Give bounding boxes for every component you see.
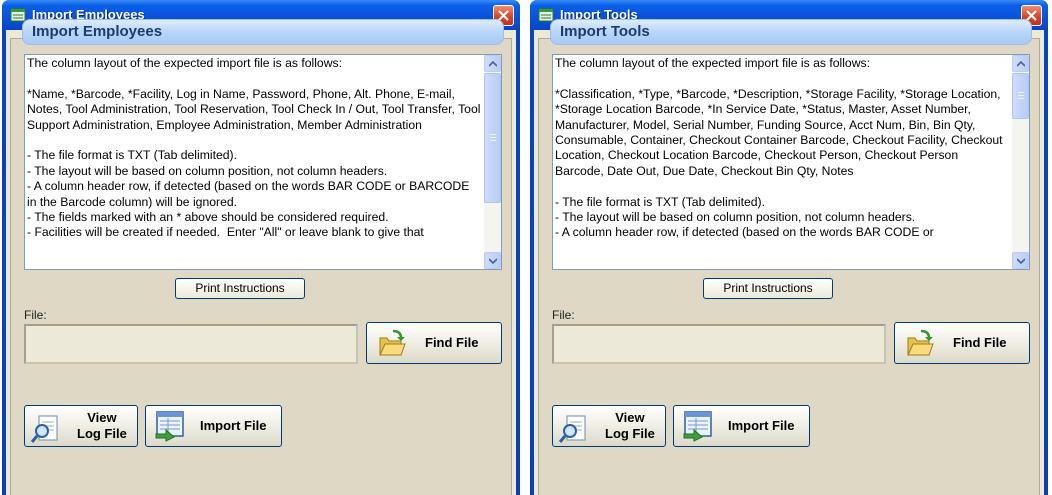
find-file-label: Find File (425, 335, 479, 350)
scroll-up-icon (489, 61, 497, 67)
view-label-line2: Log File (605, 426, 655, 441)
view-log-file-label: View Log File (605, 410, 655, 442)
magnifier-log-icon (559, 415, 586, 443)
view-label-line1: View (615, 410, 645, 425)
scroll-up-button[interactable] (484, 55, 501, 72)
vertical-scrollbar[interactable] (1012, 55, 1029, 269)
section-header-label: Import Employees (32, 23, 163, 40)
instructions-text: The column layout of the expected import… (555, 56, 1003, 240)
print-instructions-button[interactable]: Print Instructions (703, 278, 833, 299)
import-employees-window: Import Employees Import Employees The co… (2, 0, 520, 495)
import-file-label: Import File (728, 418, 795, 433)
view-label-line2: Log File (77, 426, 127, 441)
instructions-textarea[interactable]: The column layout of the expected import… (552, 54, 1030, 270)
import-sheet-icon (683, 411, 712, 442)
find-file-button[interactable]: Find File (894, 322, 1030, 364)
print-instructions-button[interactable]: Print Instructions (175, 278, 305, 299)
view-label-line1: View (87, 410, 117, 425)
section-header: Import Tools (550, 19, 1032, 45)
file-label: File: (24, 308, 47, 322)
scroll-down-icon (1017, 258, 1025, 264)
section-header: Import Employees (22, 19, 504, 45)
view-log-file-button[interactable]: View Log File (24, 405, 138, 447)
scroll-thumb[interactable] (484, 73, 501, 203)
folder-open-icon (907, 329, 934, 356)
import-tools-window: Import Tools Import Tools The column lay… (530, 0, 1048, 495)
scroll-down-button[interactable] (484, 252, 501, 269)
section-header-label: Import Tools (560, 23, 650, 40)
import-file-button[interactable]: Import File (145, 405, 282, 447)
folder-open-icon (379, 329, 406, 356)
view-log-file-label: View Log File (77, 410, 127, 442)
instructions-textarea[interactable]: The column layout of the expected import… (24, 54, 502, 270)
instructions-text: The column layout of the expected import… (27, 56, 481, 240)
magnifier-log-icon (31, 415, 58, 443)
scroll-down-icon (489, 258, 497, 264)
scroll-down-button[interactable] (1012, 252, 1029, 269)
scroll-up-button[interactable] (1012, 55, 1029, 72)
file-label: File: (552, 308, 575, 322)
file-path-field[interactable] (552, 324, 886, 364)
find-file-button[interactable]: Find File (366, 322, 502, 364)
find-file-label: Find File (953, 335, 1007, 350)
file-path-field[interactable] (24, 324, 358, 364)
scroll-thumb[interactable] (1012, 73, 1029, 119)
vertical-scrollbar[interactable] (484, 55, 501, 269)
import-file-button[interactable]: Import File (673, 405, 810, 447)
import-sheet-icon (155, 411, 184, 442)
import-file-label: Import File (200, 418, 267, 433)
scroll-up-icon (1017, 61, 1025, 67)
view-log-file-button[interactable]: View Log File (552, 405, 666, 447)
